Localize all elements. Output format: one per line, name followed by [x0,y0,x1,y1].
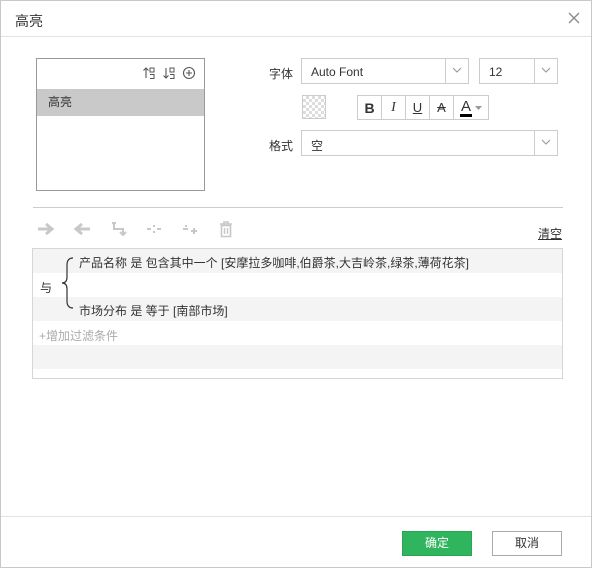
add-circle-icon[interactable] [182,66,196,80]
arrow-left-icon[interactable] [72,219,92,239]
add-condition-icon[interactable] [180,219,200,239]
brace-icon [61,257,74,309]
chevron-down-icon [534,59,557,83]
trash-icon[interactable] [216,219,236,239]
bold-button[interactable]: B [358,96,382,119]
dialog-title: 高亮 [15,13,43,29]
cancel-button[interactable]: 取消 [492,531,562,556]
font-color-button[interactable]: A [454,96,488,119]
sort-ascending-icon[interactable] [142,66,156,80]
filter-condition[interactable]: 产品名称 是 包含其中一个 [安摩拉多咖啡,伯爵茶,大吉岭茶,绿茶,薄荷花茶] [79,254,469,271]
format-select[interactable]: 空 [301,130,558,156]
filter-row-bg [33,273,562,297]
filter-condition[interactable]: 市场分布 是 等于 [南部市场] [79,302,228,319]
dialog-footer: 确定 取消 [1,516,591,567]
filter-row-bg [33,345,562,369]
underline-button[interactable]: U [406,96,430,119]
font-style-group: B I U A A [357,95,489,120]
strikethrough-button[interactable]: A [430,96,454,119]
indent-up-icon[interactable] [108,219,128,239]
filter-toolbar [36,219,236,239]
font-size-value: 12 [489,65,503,79]
list-toolbar [142,66,196,80]
font-family-value: Auto Font [311,65,364,79]
font-family-select[interactable]: Auto Font [301,58,469,84]
chevron-down-icon [445,59,468,83]
arrow-right-icon[interactable] [36,219,56,239]
italic-button[interactable]: I [382,96,406,119]
format-value: 空 [311,139,324,153]
font-size-select[interactable]: 12 [479,58,558,84]
caret-down-icon [475,105,482,110]
filter-conditions-panel: 产品名称 是 包含其中一个 [安摩拉多咖啡,伯爵茶,大吉岭茶,绿茶,薄荷花茶] … [32,248,563,379]
highlight-dialog: 高亮 高亮 字体 Auto Font 12 B I U A A 格式 空 清空 … [0,0,592,568]
section-divider [33,207,563,208]
font-color-letter: A [459,97,472,117]
conjunction-label[interactable]: 与 [40,279,52,296]
add-filter-link[interactable]: +增加过滤条件 [39,327,118,344]
background-color-picker[interactable] [302,95,326,119]
close-icon[interactable] [567,11,581,25]
font-label: 字体 [269,67,294,81]
confirm-button[interactable]: 确定 [402,531,472,556]
format-label: 格式 [269,139,294,153]
clear-link[interactable]: 清空 [538,225,562,242]
chevron-down-icon [534,131,557,155]
sort-descending-icon[interactable] [162,66,176,80]
highlight-list: 高亮 [36,58,205,191]
list-item[interactable]: 高亮 [37,89,204,116]
dialog-title-bar: 高亮 [1,1,591,37]
remove-condition-icon[interactable] [144,219,164,239]
